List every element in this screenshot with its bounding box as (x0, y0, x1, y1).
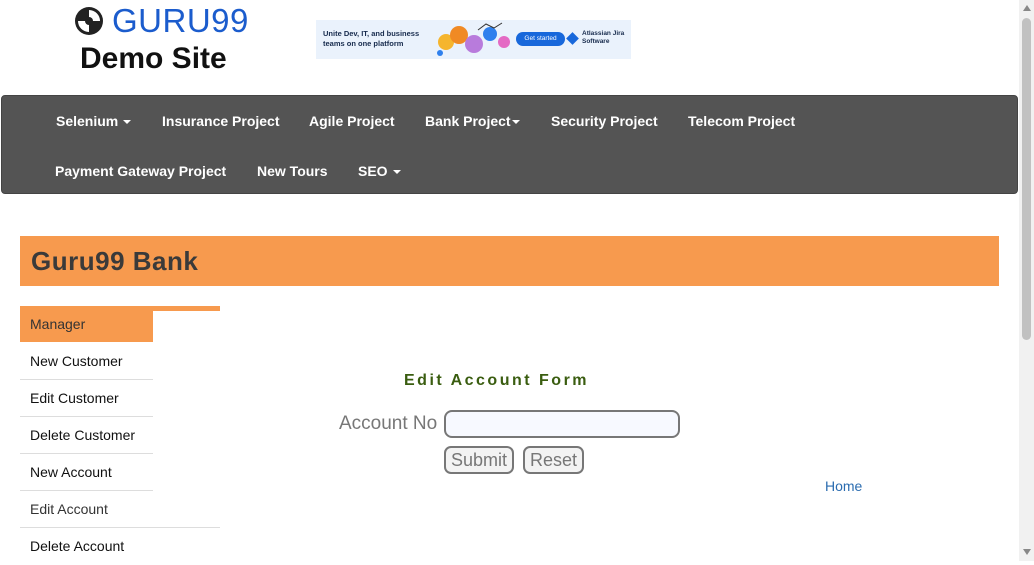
ad-people-graphic (437, 22, 510, 56)
sidebar-item-delete-account[interactable]: Delete Account (20, 528, 220, 565)
submit-button[interactable]: Submit (444, 446, 515, 474)
nav-item-security-project[interactable]: Security Project (551, 112, 658, 130)
account-no-label: Account No (339, 413, 438, 434)
home-link[interactable]: Home (825, 478, 862, 494)
nav-item-new-tours[interactable]: New Tours (257, 162, 328, 180)
logo-brand-text: GURU99 (112, 2, 249, 39)
guru99-logo-icon (75, 7, 103, 35)
sidebar-item-edit-customer[interactable]: Edit Customer (20, 380, 153, 417)
site-subtitle: Demo Site (80, 42, 227, 75)
nav-label: Bank Project (425, 113, 511, 129)
nav-item-bank-project[interactable]: Bank Project (425, 112, 520, 130)
page-scrollbar[interactable] (1019, 0, 1034, 561)
site-logo[interactable]: GURU99 (74, 4, 254, 38)
nav-label: Selenium (56, 113, 119, 129)
ad-get-started-button[interactable]: Get started (516, 32, 565, 46)
atlassian-icon (566, 32, 579, 45)
sidebar-item-delete-customer[interactable]: Delete Customer (20, 417, 153, 454)
scroll-down-arrow-icon[interactable] (1023, 549, 1031, 555)
ad-brand-text: Atlassian Jira Software (582, 30, 625, 45)
sidebar-item-new-account[interactable]: New Account (20, 454, 153, 491)
account-no-input[interactable] (444, 410, 680, 438)
nav-item-payment-gateway-project[interactable]: Payment Gateway Project (55, 162, 226, 180)
caret-down-icon (511, 120, 520, 125)
nav-label: SEO (358, 163, 388, 179)
ad-banner[interactable]: Unite Dev, IT, and business teams on one… (316, 20, 631, 59)
ad-text: Unite Dev, IT, and business teams on one… (323, 29, 420, 48)
scrollbar-thumb[interactable] (1022, 18, 1031, 340)
reset-button[interactable]: Reset (523, 446, 585, 474)
ad-brand: Atlassian Jira Software (566, 28, 628, 50)
caret-down-icon (123, 120, 132, 125)
nav-item-telecom-project[interactable]: Telecom Project (688, 112, 795, 130)
nav-item-insurance-project[interactable]: Insurance Project (162, 112, 280, 130)
caret-down-icon (392, 170, 401, 175)
nav-item-agile-project[interactable]: Agile Project (309, 112, 395, 130)
nav-item-selenium[interactable]: Selenium (56, 112, 132, 130)
bank-title: Guru99 Bank (31, 246, 199, 276)
form-title: Edit Account Form (404, 372, 590, 389)
bank-header: Guru99 Bank (20, 236, 999, 286)
scroll-up-arrow-icon[interactable] (1023, 5, 1031, 11)
sidebar-item-new-customer[interactable]: New Customer (20, 343, 153, 380)
sidebar-item-edit-account[interactable]: Edit Account (20, 491, 220, 528)
sidebar-item-manager[interactable]: Manager (20, 306, 153, 342)
nav-item-seo[interactable]: SEO (358, 162, 401, 180)
main-navbar: Selenium Insurance Project Agile Project… (1, 95, 1018, 194)
